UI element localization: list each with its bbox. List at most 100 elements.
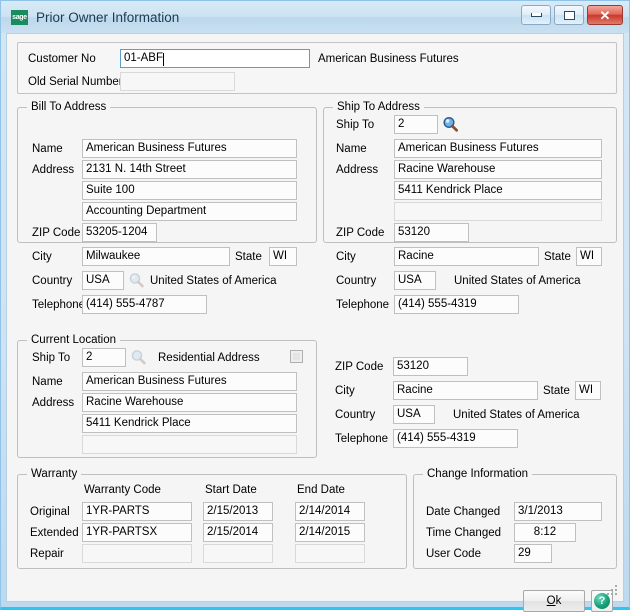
- ok-button[interactable]: Ok: [523, 590, 585, 612]
- ship-to-zip-input[interactable]: 53120: [394, 223, 469, 242]
- current-location-lookup-icon[interactable]: [130, 349, 147, 365]
- warranty-end-date-input[interactable]: 2/14/2015: [295, 523, 365, 542]
- warranty-code-header: Warranty Code: [84, 484, 161, 496]
- old-serial-number-input[interactable]: [120, 72, 235, 91]
- current-location-ship-to-input[interactable]: 2: [82, 348, 126, 367]
- current-location-country-input[interactable]: USA: [393, 405, 435, 424]
- bill-to-country-lookup-icon[interactable]: [128, 272, 145, 288]
- ship-to-city-input[interactable]: Racine: [394, 247, 539, 266]
- customer-no-input[interactable]: 01-ABF: [120, 49, 310, 68]
- warranty-legend: Warranty: [27, 468, 82, 480]
- ship-to-state-input[interactable]: WI: [576, 247, 602, 266]
- sage-logo-text: sage: [12, 13, 27, 21]
- ship-to-telephone-input[interactable]: (414) 555-4319: [394, 295, 519, 314]
- ship-to-city-label: City: [336, 251, 356, 263]
- current-location-country-name-text: United States of America: [453, 409, 580, 421]
- current-location-right-column: ZIP Code 53120 City Racine State WI Coun…: [323, 350, 617, 458]
- time-changed-label: Time Changed: [426, 527, 502, 539]
- bill-to-telephone-input[interactable]: (414) 555-4787: [82, 295, 207, 314]
- bill-to-address-line3-input[interactable]: Accounting Department: [82, 202, 297, 221]
- maximize-button[interactable]: [554, 5, 584, 25]
- resize-grip[interactable]: [607, 585, 619, 597]
- warranty-row-label: Extended: [30, 527, 79, 539]
- bill-to-state-input[interactable]: WI: [269, 247, 297, 266]
- ship-to-address-line3-input[interactable]: [394, 202, 602, 221]
- old-serial-number-label: Old Serial Number: [28, 76, 123, 88]
- warranty-code-input[interactable]: 1YR-PARTSX: [82, 523, 192, 542]
- current-location-name-input[interactable]: American Business Futures: [82, 372, 297, 391]
- ship-to-lookup-icon[interactable]: [442, 116, 459, 132]
- current-location-zip-label: ZIP Code: [335, 361, 384, 373]
- current-location-city-label: City: [335, 385, 355, 397]
- ship-to-address-group: Ship To Address Ship To 2 Name American …: [323, 101, 617, 314]
- warranty-start-date-input[interactable]: 2/15/2013: [203, 502, 273, 521]
- window-title: Prior Owner Information: [36, 9, 180, 25]
- current-location-address-line2-input[interactable]: 5411 Kendrick Place: [82, 414, 297, 433]
- user-code-input[interactable]: 29: [514, 544, 552, 563]
- application-window: sage Prior Owner Information ✕ Customer …: [0, 0, 630, 612]
- current-location-state-label: State: [543, 385, 570, 397]
- bill-to-name-label: Name: [32, 143, 63, 155]
- date-changed-label: Date Changed: [426, 506, 501, 518]
- current-location-zip-input[interactable]: 53120: [393, 357, 468, 376]
- warranty-start-date-input[interactable]: [203, 544, 273, 563]
- minimize-icon: [530, 13, 542, 17]
- ship-to-state-label: State: [544, 251, 571, 263]
- ship-to-name-input[interactable]: American Business Futures: [394, 139, 602, 158]
- warranty-end-date-header: End Date: [297, 484, 345, 496]
- ship-to-country-input[interactable]: USA: [394, 271, 436, 290]
- bill-to-city-label: City: [32, 251, 52, 263]
- customer-panel: Customer No 01-ABF American Business Fut…: [17, 42, 617, 94]
- warranty-row-label: Original: [30, 506, 70, 518]
- bill-to-zip-input[interactable]: 53205-1204: [82, 223, 157, 242]
- bill-to-telephone-label: Telephone: [32, 299, 86, 311]
- bill-to-name-input[interactable]: American Business Futures: [82, 139, 297, 158]
- warranty-group: Warranty Warranty Code Start Date End Da…: [17, 468, 407, 569]
- ship-to-telephone-label: Telephone: [336, 299, 390, 311]
- ship-to-number-input[interactable]: 2: [394, 115, 438, 134]
- title-bar: sage Prior Owner Information ✕: [1, 1, 629, 33]
- ship-to-address-label: Address: [336, 164, 379, 176]
- warranty-row-label: Repair: [30, 548, 64, 560]
- window-controls: ✕: [521, 5, 623, 25]
- bill-to-address-line2-input[interactable]: Suite 100: [82, 181, 297, 200]
- warranty-code-input[interactable]: 1YR-PARTS: [82, 502, 192, 521]
- user-code-label: User Code: [426, 548, 481, 560]
- warranty-end-date-input[interactable]: [295, 544, 365, 563]
- current-location-address-line1-input[interactable]: Racine Warehouse: [82, 393, 297, 412]
- bill-to-address-label: Address: [32, 164, 75, 176]
- ship-to-country-label: Country: [336, 275, 377, 287]
- warranty-code-input[interactable]: [82, 544, 192, 563]
- bill-to-city-input[interactable]: Milwaukee: [82, 247, 230, 266]
- current-location-address-line3-input[interactable]: [82, 435, 297, 454]
- minimize-button[interactable]: [521, 5, 551, 25]
- close-icon: ✕: [599, 7, 611, 23]
- residential-address-checkbox[interactable]: [290, 350, 303, 363]
- ship-to-number-label: Ship To: [336, 119, 375, 131]
- bill-to-address-line1-input[interactable]: 2131 N. 14th Street: [82, 160, 297, 179]
- bill-to-country-name-text: United States of America: [150, 275, 277, 287]
- ship-to-country-name-text: United States of America: [454, 275, 581, 287]
- change-information-group: Change Information Date Changed 3/1/2013…: [413, 468, 617, 569]
- maximize-icon: [563, 10, 575, 20]
- warranty-end-date-input[interactable]: 2/14/2014: [295, 502, 365, 521]
- sage-logo-icon: sage: [11, 9, 28, 25]
- warranty-start-date-header: Start Date: [205, 484, 257, 496]
- bill-to-address-group: Bill To Address Name American Business F…: [17, 101, 317, 314]
- ship-to-name-label: Name: [336, 143, 367, 155]
- bill-to-country-input[interactable]: USA: [82, 271, 124, 290]
- form-client-area: Customer No 01-ABF American Business Fut…: [6, 33, 624, 612]
- current-location-country-label: Country: [335, 409, 376, 421]
- ship-to-address-line2-input[interactable]: 5411 Kendrick Place: [394, 181, 602, 200]
- current-location-telephone-label: Telephone: [335, 433, 389, 445]
- warranty-start-date-input[interactable]: 2/15/2014: [203, 523, 273, 542]
- ship-to-address-legend: Ship To Address: [333, 101, 424, 113]
- current-location-state-input[interactable]: WI: [575, 381, 601, 400]
- ship-to-address-line1-input[interactable]: Racine Warehouse: [394, 160, 602, 179]
- bill-to-address-legend: Bill To Address: [27, 101, 111, 113]
- close-button[interactable]: ✕: [587, 5, 623, 25]
- current-location-telephone-input[interactable]: (414) 555-4319: [393, 429, 518, 448]
- time-changed-input[interactable]: 8:12: [514, 523, 576, 542]
- date-changed-input[interactable]: 3/1/2013: [514, 502, 602, 521]
- current-location-city-input[interactable]: Racine: [393, 381, 538, 400]
